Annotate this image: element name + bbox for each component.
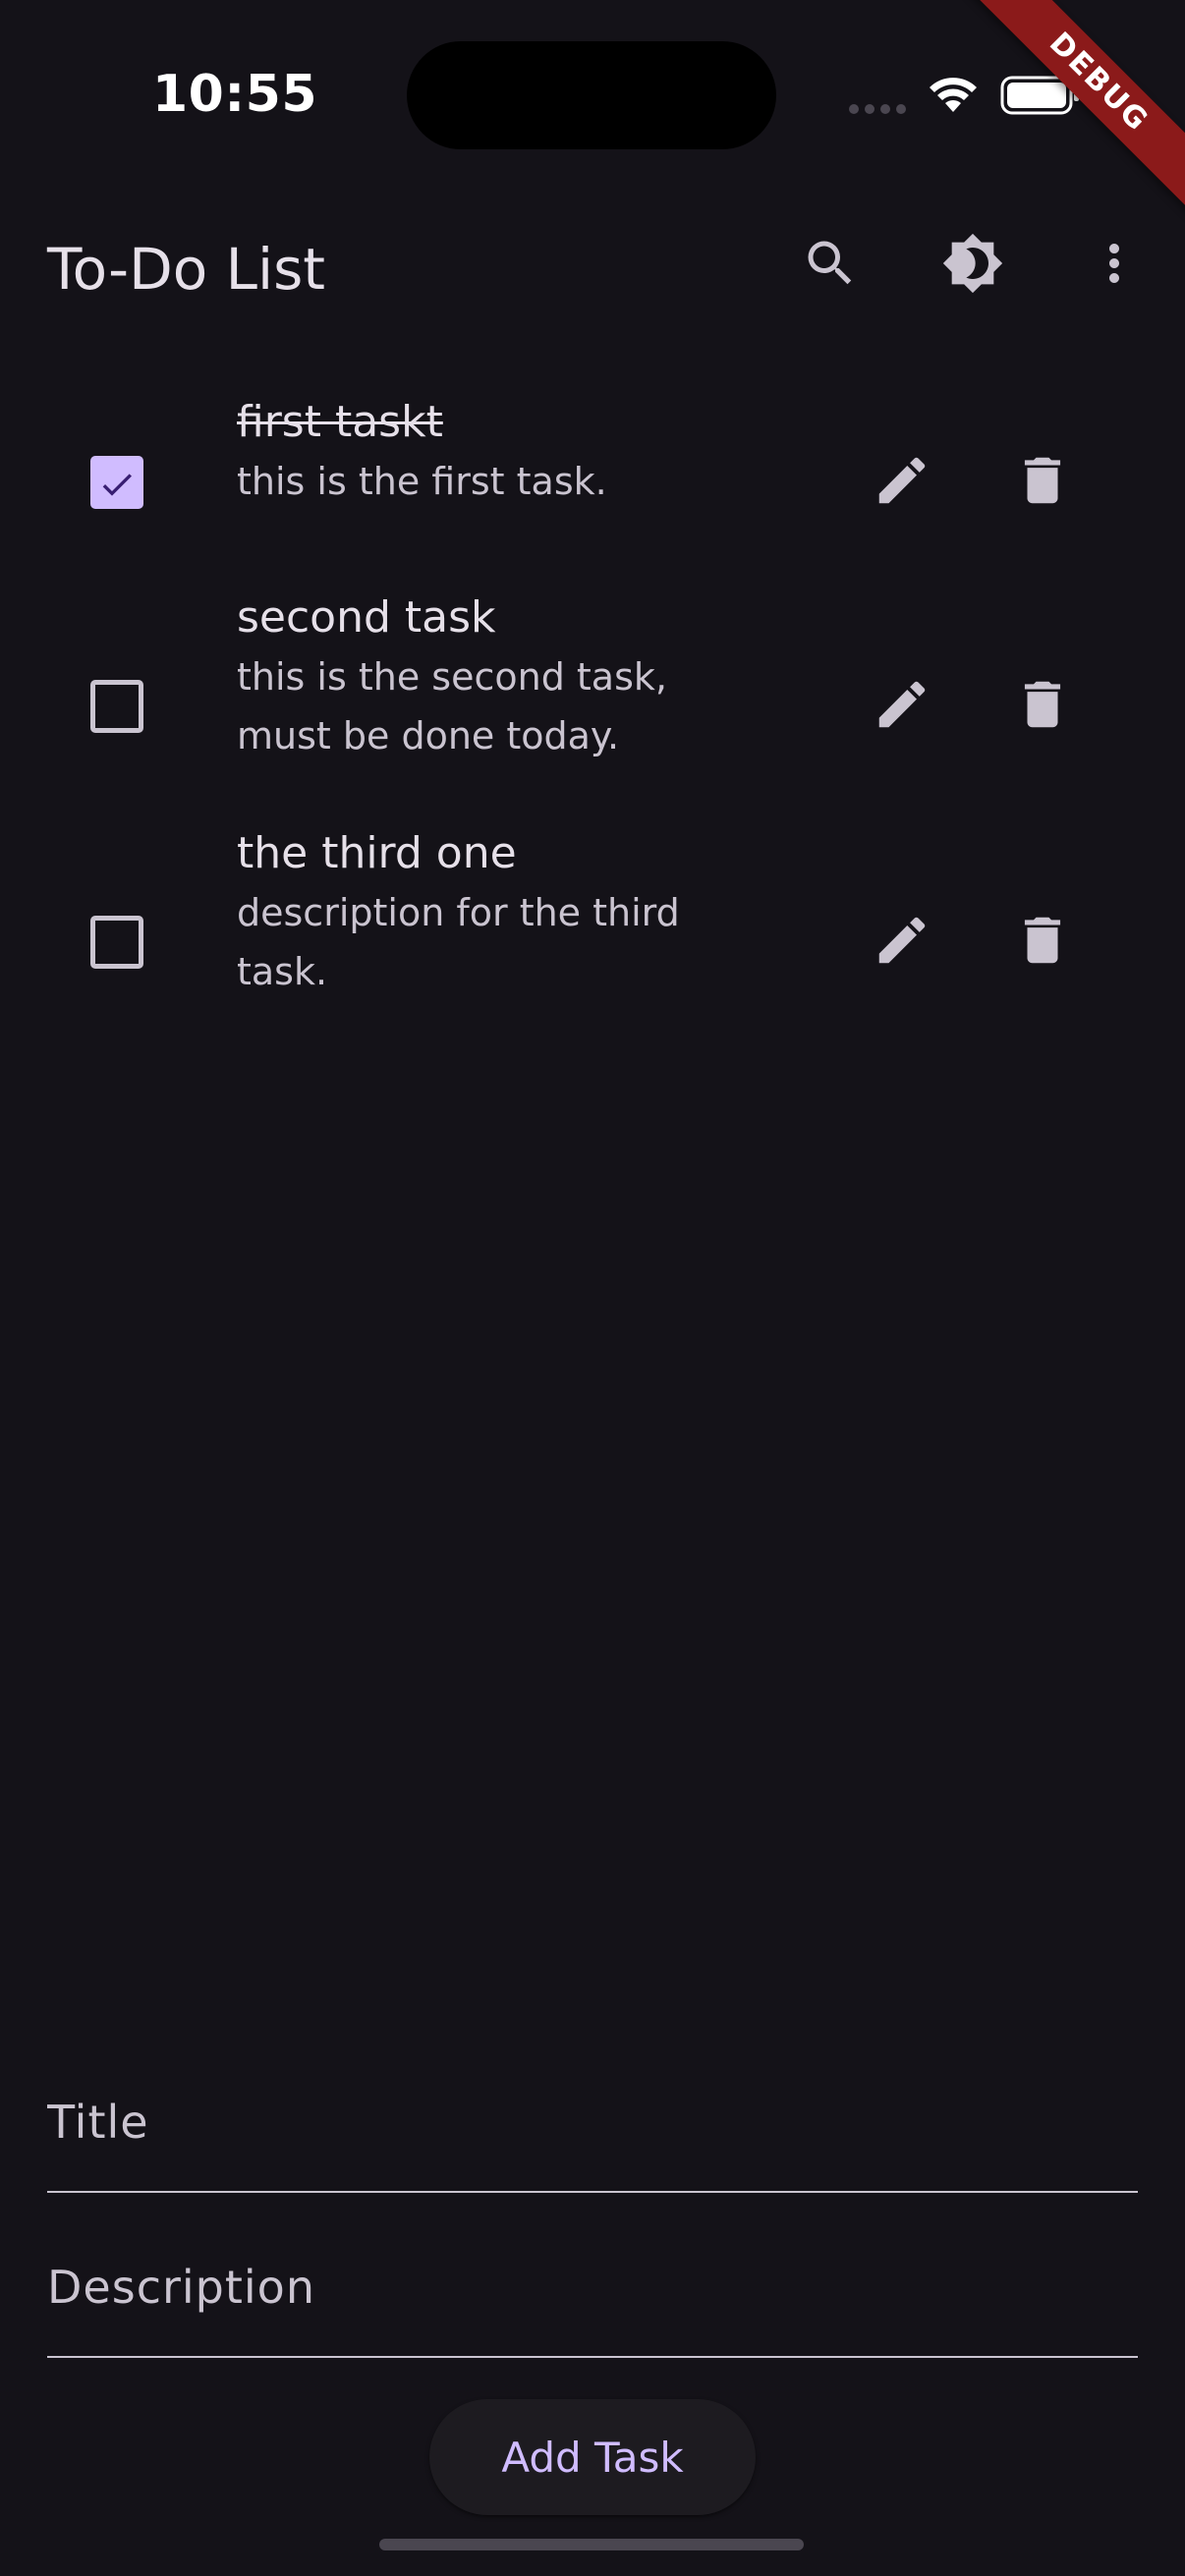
edit-icon (872, 674, 932, 739)
more-vert-icon (1085, 234, 1144, 297)
wifi-icon (928, 75, 979, 118)
dynamic-island (407, 41, 776, 149)
edit-icon (872, 910, 932, 975)
delete-task-button[interactable] (1007, 907, 1078, 978)
delete-icon (1012, 450, 1073, 515)
page-title: To-Do List (47, 236, 326, 303)
delete-icon (1012, 674, 1073, 739)
search-icon (801, 234, 860, 297)
task-title: second task (237, 592, 496, 643)
title-field (47, 2079, 1138, 2193)
task-text: second task this is the second task, mus… (237, 588, 728, 765)
description-field (47, 2244, 1138, 2358)
task-title: the third one (237, 828, 517, 878)
task-text: the third one description for the third … (237, 824, 728, 1001)
delete-icon (1012, 910, 1073, 975)
description-input[interactable] (47, 2254, 1138, 2321)
edit-icon (872, 450, 932, 515)
task-description: this is the first task. (237, 460, 607, 503)
edit-task-button[interactable] (867, 907, 937, 978)
cellular-signal-icon (849, 104, 906, 114)
delete-task-button[interactable] (1007, 447, 1078, 518)
task-text: first taskt this is the first task. (237, 393, 767, 511)
task-description: this is the second task, must be done to… (237, 655, 667, 757)
status-time: 10:55 (152, 65, 318, 124)
status-bar: 10:55 DEBUG (0, 0, 1185, 226)
more-options-button[interactable] (1079, 230, 1150, 301)
theme-toggle-button[interactable] (937, 230, 1008, 301)
edit-task-button[interactable] (867, 447, 937, 518)
task-title: first taskt (237, 397, 443, 447)
app-bar: To-Do List (0, 206, 1185, 324)
checkmark-icon (102, 474, 132, 496)
task-checkbox[interactable] (90, 680, 143, 733)
task-checkbox[interactable] (90, 916, 143, 969)
home-indicator (379, 2539, 804, 2550)
title-input[interactable] (47, 2089, 1138, 2156)
brightness-icon (941, 232, 1004, 299)
add-task-button[interactable]: Add Task (429, 2399, 756, 2515)
delete-task-button[interactable] (1007, 671, 1078, 742)
task-checkbox[interactable] (90, 456, 143, 509)
edit-task-button[interactable] (867, 671, 937, 742)
search-button[interactable] (795, 230, 866, 301)
task-description: description for the third task. (237, 891, 680, 993)
